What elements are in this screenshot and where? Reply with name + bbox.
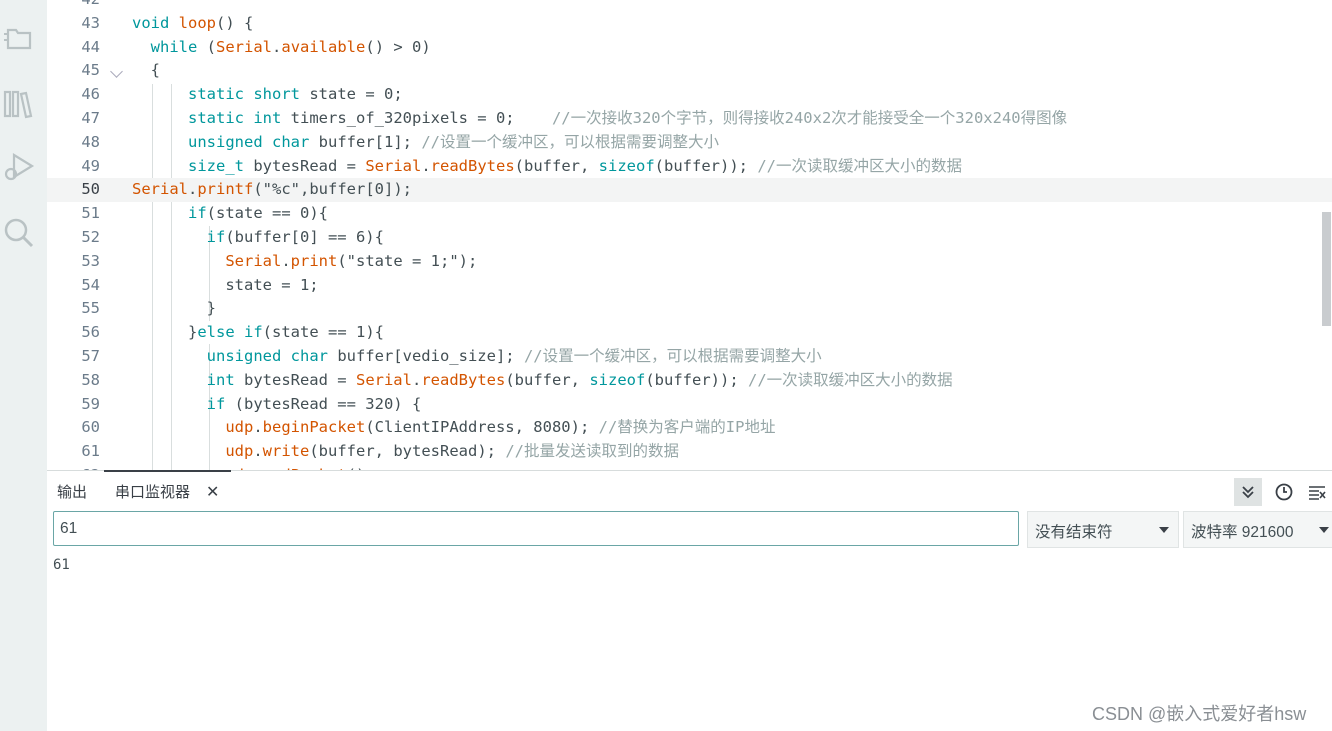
code-text: }: [132, 299, 216, 318]
code-line[interactable]: 48 unsigned char buffer[1]; //设置一个缓冲区，可以…: [47, 131, 1332, 155]
autoscroll-icon[interactable]: [1234, 478, 1262, 506]
code-text: unsigned char buffer[1]; //设置一个缓冲区，可以根据需…: [188, 132, 719, 151]
code-editor[interactable]: 4243 void loop() { 44 while (Serial.availa…: [47, 0, 1332, 470]
line-number: 50: [81, 180, 100, 199]
active-tab-indicator: [104, 470, 231, 472]
code-text: static short state = 0;: [188, 85, 403, 104]
code-text: int bytesRead = Serial.readBytes(buffer,…: [206, 370, 953, 389]
code-line[interactable]: 53 Serial.print("state = 1;");: [47, 250, 1332, 274]
code-line[interactable]: 43 void loop() {: [47, 12, 1332, 36]
code-text: udp.beginPacket(ClientIPAddress, 8080); …: [225, 418, 776, 437]
code-text: void loop() {: [132, 13, 254, 32]
code-line[interactable]: 46 static short state = 0;: [47, 83, 1332, 107]
code-line[interactable]: 54 state = 1;: [47, 274, 1332, 298]
line-number: 42: [47, 0, 100, 12]
line-number: 51: [81, 204, 100, 223]
code-text: {: [132, 61, 160, 80]
line-number: 53: [81, 251, 100, 270]
code-line[interactable]: 49 size_t bytesRead = Serial.readBytes(b…: [47, 155, 1332, 179]
line-number: 55: [81, 299, 100, 318]
code-line[interactable]: 61 udp.write(buffer, bytesRead); //批量发送读…: [47, 440, 1332, 464]
line-ending-value: 没有结束符: [1035, 524, 1113, 541]
library-icon[interactable]: [2, 88, 36, 122]
code-text: }else if(state == 1){: [132, 323, 384, 342]
fold-chevron-icon[interactable]: [110, 65, 123, 79]
line-number: 45: [81, 61, 100, 80]
code-text: if(state == 0){: [188, 204, 328, 223]
code-line[interactable]: 50 Serial.printf("%c",buffer[0]);: [47, 178, 1332, 203]
code-line[interactable]: 56 }else if(state == 1){: [47, 321, 1332, 345]
line-number: 46: [81, 85, 100, 104]
line-number: 43: [81, 13, 100, 32]
code-line[interactable]: 51 if(state == 0){: [47, 202, 1332, 226]
search-icon[interactable]: [2, 216, 36, 250]
chevron-down-icon: [1159, 527, 1169, 533]
code-text: if (bytesRead == 320) {: [206, 394, 422, 413]
code-line[interactable]: 45 {: [47, 59, 1332, 83]
code-line[interactable]: 52 if(buffer[0] == 6){: [47, 226, 1332, 250]
panel-divider: [47, 470, 1332, 471]
code-text: static int timers_of_320pixels = 0; //一次…: [188, 109, 1068, 127]
activity-bar: [0, 0, 47, 731]
serial-output: 61: [53, 557, 70, 573]
line-number: 59: [81, 394, 100, 413]
code-line[interactable]: 58 int bytesRead = Serial.readBytes(buff…: [47, 369, 1332, 393]
baud-rate-select[interactable]: 波特率 921600: [1183, 511, 1332, 548]
code-line[interactable]: 57 unsigned char buffer[vedio_size]; //设…: [47, 345, 1332, 369]
close-icon[interactable]: ✕: [206, 482, 219, 501]
code-text: udp.write(buffer, bytesRead); //批量发送读取到的…: [225, 442, 679, 461]
code-text: state = 1;: [132, 275, 319, 294]
line-number: 49: [81, 156, 100, 175]
clear-output-icon[interactable]: [1303, 478, 1331, 506]
code-line[interactable]: 42: [47, 0, 1332, 12]
line-number: 58: [81, 370, 100, 389]
line-number: 54: [81, 275, 100, 294]
line-number: 57: [81, 347, 100, 365]
code-text: size_t bytesRead = Serial.readBytes(buff…: [188, 156, 962, 175]
line-number: 44: [81, 37, 100, 56]
line-number: 61: [81, 442, 100, 461]
code-text: if(buffer[0] == 6){: [206, 228, 384, 246]
code-text: while (Serial.available() > 0): [150, 37, 431, 56]
debug-icon[interactable]: [2, 150, 36, 184]
timestamp-icon[interactable]: [1270, 478, 1298, 506]
code-line[interactable]: 55 }: [47, 297, 1332, 321]
code-text: unsigned char buffer[vedio_size]; //设置一个…: [206, 347, 822, 365]
code-text: Serial.print("state = 1;");: [225, 251, 478, 270]
line-number: 60: [81, 418, 100, 437]
folder-icon[interactable]: [2, 22, 36, 56]
chevron-down-icon: [1319, 527, 1329, 533]
line-number: 47: [81, 109, 100, 127]
code-line[interactable]: 60 udp.beginPacket(ClientIPAddress, 8080…: [47, 416, 1332, 440]
line-ending-select[interactable]: 没有结束符: [1027, 511, 1179, 548]
code-text: Serial.printf("%c",buffer[0]);: [132, 180, 412, 199]
serial-send-input[interactable]: [53, 511, 1019, 546]
line-number: 52: [81, 228, 100, 246]
line-number: 48: [81, 132, 100, 151]
watermark: CSDN @嵌入式爱好者hsw: [1092, 704, 1307, 724]
tab-output[interactable]: 输出: [57, 481, 87, 502]
editor-scrollbar[interactable]: [1322, 212, 1331, 326]
tab-serial-monitor[interactable]: 串口监视器: [115, 481, 190, 502]
code-line[interactable]: 44 while (Serial.available() > 0): [47, 36, 1332, 60]
baud-rate-value: 波特率 921600: [1191, 524, 1294, 541]
line-number: 56: [81, 323, 100, 342]
code-line[interactable]: 47 static int timers_of_320pixels = 0; /…: [47, 107, 1332, 131]
code-line[interactable]: 59 if (bytesRead == 320) {: [47, 393, 1332, 417]
